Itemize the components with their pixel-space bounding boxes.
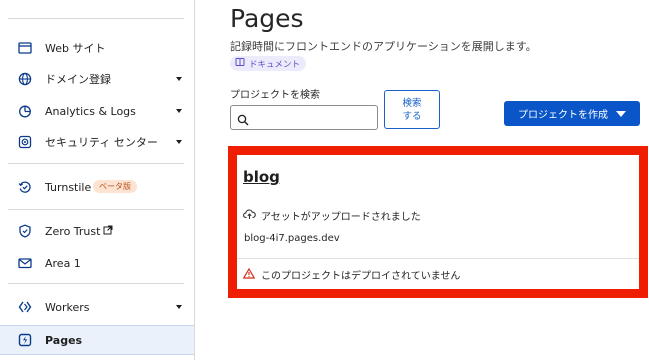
search-input[interactable] <box>253 109 373 126</box>
sidebar-item-label: セキュリティ センター <box>45 136 158 149</box>
project-url: blog-4i7.pages.dev <box>244 233 340 244</box>
beta-badge: ベータ版 <box>93 180 137 193</box>
sidebar-item-pages[interactable]: Pages <box>0 325 194 355</box>
page-description: 記録時間にフロントエンドのアプリケーションを展開します。 <box>230 40 537 53</box>
cloud-upload-icon <box>243 208 256 223</box>
search-field[interactable] <box>230 105 378 130</box>
zero-trust-icon <box>18 224 32 238</box>
sidebar-item-domain-registration[interactable]: ドメイン登録 <box>0 65 194 93</box>
mail-icon <box>18 256 32 270</box>
create-project-button[interactable]: プロジェクトを作成 <box>504 101 640 126</box>
not-deployed-warning: このプロジェクトはデプロイされていません <box>242 267 461 282</box>
pie-chart-icon <box>18 104 32 118</box>
project-name-link[interactable]: blog <box>243 168 280 186</box>
chevron-down-icon[interactable] <box>176 140 182 144</box>
sidebar-item-workers[interactable]: Workers <box>0 293 194 321</box>
search-icon <box>237 111 249 130</box>
search-button[interactable]: 検索 する <box>384 90 440 129</box>
deployment-status: アセットがアップロードされました <box>243 208 421 223</box>
external-link-icon <box>103 225 113 238</box>
sidebar-item-label: Analytics & Logs <box>45 104 136 118</box>
search-label: プロジェクトを検索 <box>230 90 320 101</box>
chevron-down-icon[interactable] <box>176 109 182 113</box>
sidebar-item-label: Turnstile <box>45 180 92 194</box>
sidebar-item-label: Area 1 <box>45 256 81 270</box>
status-text: アセットがアップロードされました <box>261 212 421 223</box>
sidebar-item-zero-trust[interactable]: Zero Trust <box>0 217 194 245</box>
sidebar-item-label: Pages <box>45 333 83 347</box>
sidebar-divider <box>8 209 184 210</box>
sidebar-item-area-1[interactable]: Area 1 <box>0 249 194 277</box>
documentation-label: ドキュメント <box>249 59 301 70</box>
sidebar-item-analytics-logs[interactable]: Analytics & Logs <box>0 97 194 125</box>
sidebar-item-turnstile[interactable]: Turnstile ベータ版 <box>0 173 194 201</box>
pages-icon <box>18 333 32 347</box>
sidebar-item-security-center[interactable]: セキュリティ センター <box>0 128 194 156</box>
sidebar-item-label: Web サイト <box>45 42 106 55</box>
chevron-down-icon[interactable] <box>176 77 182 81</box>
security-center-icon <box>18 135 32 149</box>
create-project-label: プロジェクトを作成 <box>518 110 608 121</box>
sidebar-item-websites[interactable]: Web サイト <box>0 34 194 62</box>
workers-icon <box>18 300 32 314</box>
browser-icon <box>18 41 32 55</box>
globe-icon <box>18 72 32 86</box>
sidebar-divider <box>8 18 184 19</box>
sidebar-item-label: Workers <box>45 300 90 314</box>
book-icon <box>235 57 245 70</box>
turnstile-icon <box>18 180 32 194</box>
card-divider <box>237 258 639 259</box>
warning-text: このプロジェクトはデプロイされていません <box>261 271 461 282</box>
search-button-label: 検索 する <box>402 97 422 122</box>
documentation-link[interactable]: ドキュメント <box>230 56 307 71</box>
chevron-down-icon[interactable] <box>176 305 182 309</box>
caret-down-icon <box>616 110 626 117</box>
warning-icon <box>242 267 256 282</box>
sidebar-divider <box>8 163 184 164</box>
sidebar-divider <box>8 283 184 284</box>
sidebar: Web サイト ドメイン登録 Analytics & Logs セキュリティ セ… <box>0 0 195 360</box>
sidebar-item-label: Zero Trust <box>45 224 101 238</box>
page-title: Pages <box>230 4 304 33</box>
sidebar-item-label: ドメイン登録 <box>45 73 111 86</box>
